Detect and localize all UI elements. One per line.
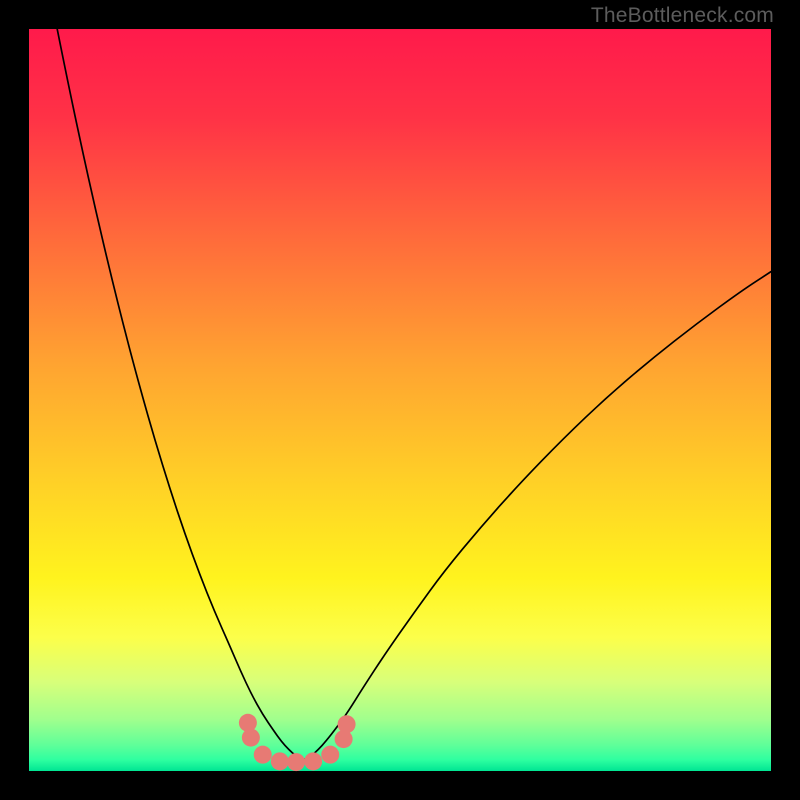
curve-layer (29, 29, 771, 771)
data-point (338, 715, 356, 733)
data-point (287, 753, 305, 771)
data-point (239, 714, 257, 732)
chart-frame: TheBottleneck.com (0, 0, 800, 800)
data-point (304, 752, 322, 770)
data-point (271, 752, 289, 770)
left-branch-path (57, 29, 303, 760)
data-point (321, 746, 339, 764)
data-point (254, 746, 272, 764)
data-point (335, 730, 353, 748)
right-branch-path (304, 272, 771, 760)
data-point (242, 729, 260, 747)
watermark-text: TheBottleneck.com (591, 4, 774, 28)
